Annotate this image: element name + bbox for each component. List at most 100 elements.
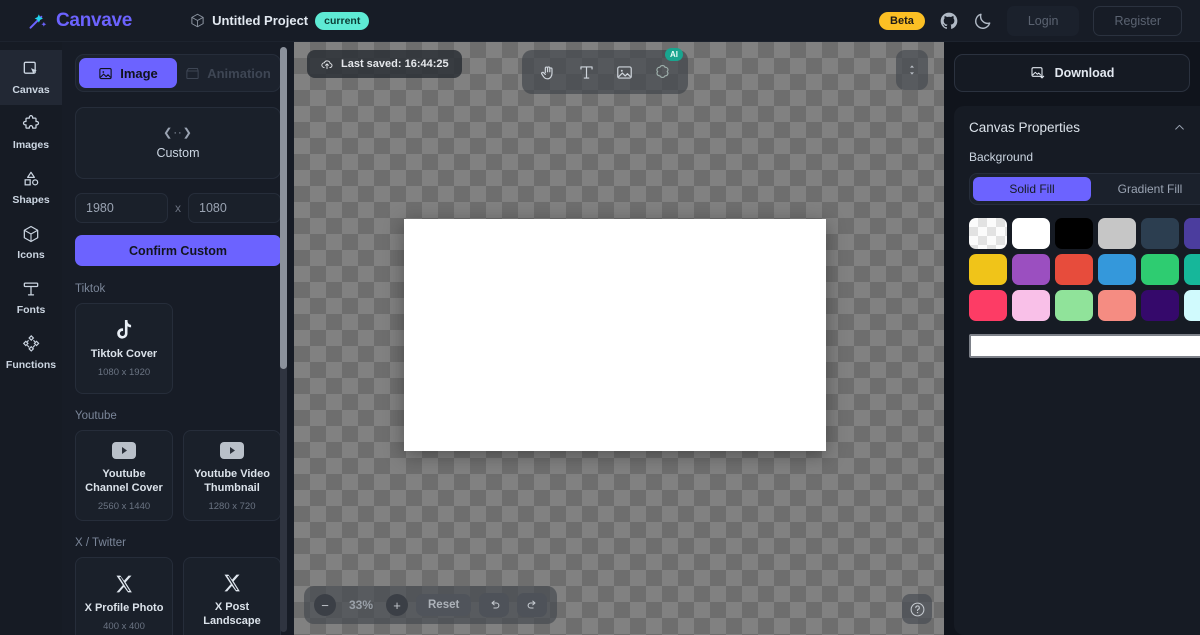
header-actions: Beta Login Register [879, 5, 1182, 36]
panel-scrollbar[interactable] [280, 47, 287, 632]
canvas-toolbar: AI [522, 48, 688, 94]
status-badge: current [315, 11, 370, 30]
tab-animation[interactable]: Animation [179, 58, 277, 88]
tab-image[interactable]: Image [79, 58, 177, 88]
login-button[interactable]: Login [1006, 5, 1080, 36]
app-header: Canvave Untitled Project current Beta Lo… [0, 0, 1200, 42]
reset-zoom-button[interactable]: Reset [416, 594, 472, 616]
background-label: Background [969, 150, 1034, 164]
text-tool-button[interactable] [570, 57, 602, 87]
right-panel: Download Canvas Properties Background So… [944, 42, 1200, 635]
undo-icon [491, 600, 500, 609]
preset-grid-youtube: Youtube Channel Cover 2560 x 1440 Youtub… [75, 430, 281, 521]
swatch-yellow[interactable] [969, 254, 1007, 285]
preset-name: Tiktok Cover [90, 348, 158, 361]
page-title: Canvas Properties [969, 120, 1081, 135]
preset-card[interactable]: Youtube Video Thumbnail 1280 x 720 [183, 430, 281, 521]
swatch-teal[interactable] [1184, 254, 1200, 285]
sidebar-label: Fonts [16, 304, 46, 316]
ai-tool-button[interactable]: AI [646, 48, 683, 87]
text-type-icon [23, 282, 39, 296]
preset-card[interactable]: Tiktok Cover 1080 x 1920 [75, 303, 173, 394]
tab-animation-label: Animation [207, 65, 271, 81]
hand-icon [540, 65, 553, 79]
project-chip[interactable]: Untitled Project current [190, 11, 370, 30]
sidebar-item-icons[interactable]: Icons [0, 215, 62, 270]
undo-button[interactable] [479, 593, 510, 617]
preset-card[interactable]: X Profile Photo 400 x 400 [75, 557, 173, 635]
current-color-preview[interactable] [969, 334, 1200, 358]
swatch-blue[interactable] [1098, 254, 1136, 285]
dimension-separator: x [175, 201, 181, 215]
swatch-gray[interactable] [1098, 218, 1136, 249]
download-button[interactable]: Download [954, 54, 1190, 92]
confirm-custom-button[interactable]: Confirm Custom [75, 235, 281, 266]
swatch-white[interactable] [1012, 218, 1050, 249]
swatch-green[interactable] [1141, 254, 1179, 285]
preset-card[interactable]: Youtube Channel Cover 2560 x 1440 [75, 430, 173, 521]
left-rail: Canvas Images Shapes Icons Fonts Functio… [0, 42, 62, 635]
moon-icon[interactable] [973, 11, 993, 31]
preset-grid-x: X Profile Photo 400 x 400 X Post Landsca… [75, 557, 281, 635]
zoom-out-button[interactable]: − [314, 594, 336, 616]
sidebar-label: Images [12, 139, 50, 151]
swatch-transparent[interactable] [969, 218, 1007, 249]
preset-name: Youtube Channel Cover [85, 468, 163, 494]
tab-solid-fill[interactable]: Solid Fill [973, 177, 1091, 201]
ai-badge: AI [665, 48, 683, 61]
redo-button[interactable] [517, 593, 548, 617]
image-tool-button[interactable] [608, 57, 640, 87]
preset-size: 2560 x 1440 [97, 500, 151, 512]
chevron-up-icon[interactable] [1173, 121, 1186, 134]
custom-size-card[interactable]: ❮··❯ Custom [75, 107, 281, 179]
preset-card[interactable]: X Post Landscape [183, 557, 281, 635]
zoom-controls: − 33% + Reset [304, 586, 558, 624]
group-title-x: X / Twitter [75, 537, 126, 549]
sidebar-label: Functions [5, 359, 57, 371]
clapperboard-icon [186, 67, 199, 79]
hand-tool-button[interactable] [532, 57, 564, 87]
sidebar-item-canvas[interactable]: Canvas [0, 50, 62, 105]
swap-orientation-button[interactable] [896, 50, 928, 90]
register-button[interactable]: Register [1093, 5, 1182, 36]
swatch-indigo[interactable] [1184, 218, 1200, 249]
cube-icon [191, 13, 204, 28]
sparkle-wand-icon [29, 13, 47, 29]
project-title: Untitled Project [212, 13, 309, 28]
swatch-purple[interactable] [1012, 254, 1050, 285]
sidebar-item-fonts[interactable]: Fonts [0, 270, 62, 325]
preset-size: 1080 x 1920 [97, 366, 151, 378]
swatch-light-pink[interactable] [1012, 290, 1050, 321]
canvas-cursor-icon [23, 61, 37, 74]
swatch-ice-blue[interactable] [1184, 290, 1200, 321]
x-twitter-icon [222, 572, 242, 594]
download-image-icon [1031, 67, 1044, 79]
swatch-red[interactable] [1055, 254, 1093, 285]
swatch-pink-red[interactable] [969, 290, 1007, 321]
swatch-dark-purple[interactable] [1141, 290, 1179, 321]
zoom-in-button[interactable]: + [386, 594, 408, 616]
swatch-light-green[interactable] [1055, 290, 1093, 321]
artboard[interactable] [404, 219, 826, 451]
swatch-salmon[interactable] [1098, 290, 1136, 321]
cloud-upload-icon [321, 60, 333, 70]
panel-scrollbar-thumb[interactable] [280, 47, 287, 369]
sidebar-item-functions[interactable]: Functions [0, 325, 62, 380]
sidebar-item-shapes[interactable]: Shapes [0, 160, 62, 215]
width-input[interactable] [75, 193, 168, 223]
group-title-youtube: Youtube [75, 410, 117, 422]
resize-arrows-icon: ❮··❯ [163, 127, 193, 139]
tab-gradient-fill[interactable]: Gradient Fill [1091, 177, 1200, 201]
swatch-black[interactable] [1055, 218, 1093, 249]
canvas-viewport[interactable]: Last saved: 16:44:25 AI − 33% + Reset [294, 42, 944, 635]
brand[interactable]: Canvave [28, 10, 132, 32]
height-input[interactable] [188, 193, 281, 223]
help-button[interactable] [902, 594, 932, 624]
swap-vertical-icon [909, 65, 915, 75]
github-icon[interactable] [939, 11, 959, 31]
swatch-slate[interactable] [1141, 218, 1179, 249]
sidebar-item-images[interactable]: Images [0, 105, 62, 160]
ai-sparkle-icon [655, 64, 669, 78]
color-swatch-grid [969, 218, 1200, 321]
canvas-properties-header[interactable]: Canvas Properties [969, 120, 1200, 135]
